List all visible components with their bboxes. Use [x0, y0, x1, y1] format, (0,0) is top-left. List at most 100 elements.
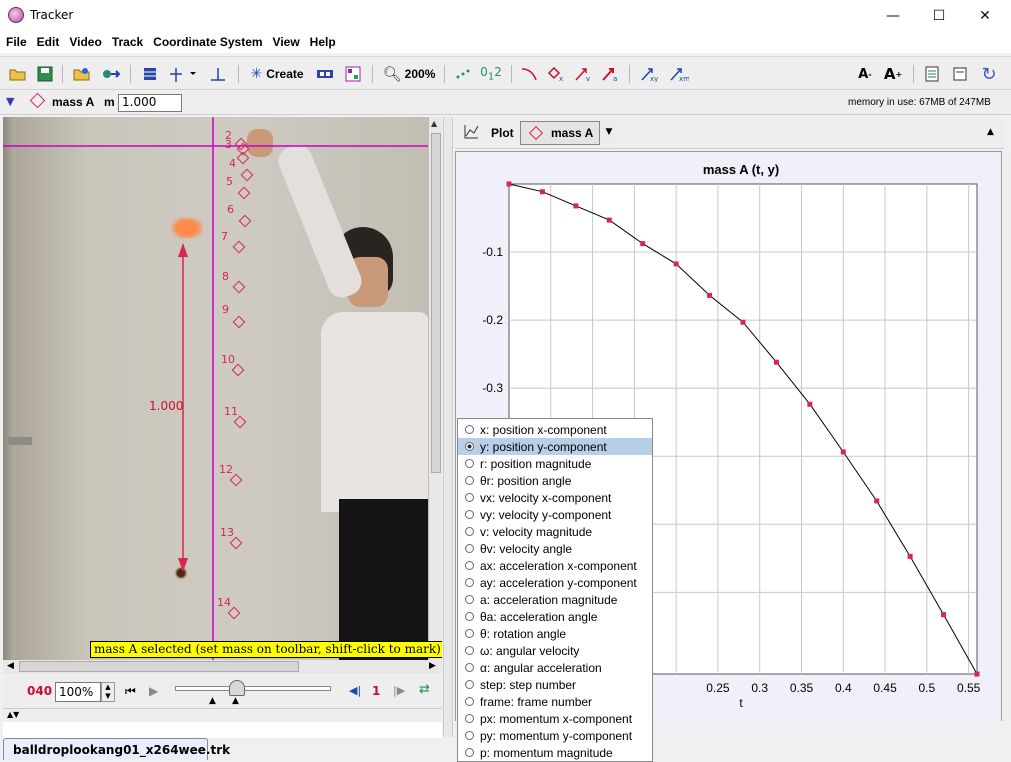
track-dropdown-arrow-icon[interactable]: ▼ — [6, 95, 14, 108]
maximize-button[interactable]: ☐ — [916, 0, 962, 31]
notes-icon[interactable] — [922, 63, 942, 85]
zoom-input[interactable]: 100% — [55, 682, 101, 702]
data-point — [941, 612, 947, 618]
video-horizontal-scrollbar[interactable]: ◀ ▶ — [3, 660, 442, 674]
dropdown-item[interactable]: α: angular acceleration — [458, 659, 652, 676]
plot-track-selector[interactable]: mass A ▼ — [520, 121, 618, 145]
file-tab[interactable]: balldroplookang01_x264wee.trk — [3, 738, 230, 760]
dropdown-item[interactable]: px: momentum x-component — [458, 710, 652, 727]
dropdown-item[interactable]: θv: velocity angle — [458, 540, 652, 557]
dropdown-item-label: step: step number — [480, 677, 577, 692]
frame-slider[interactable] — [175, 686, 331, 691]
mass-input[interactable]: 1.000 — [118, 94, 182, 112]
point-label: 3 — [225, 138, 232, 151]
radio-icon — [465, 493, 474, 502]
font-smaller-icon[interactable]: A- — [855, 63, 875, 85]
track-point-marker — [240, 168, 254, 182]
ruler-icon[interactable]: xy — [638, 63, 662, 85]
menu-view[interactable]: View — [273, 35, 300, 49]
dropdown-item[interactable]: ω: angular velocity — [458, 642, 652, 659]
step-back-icon[interactable]: ◀| — [349, 684, 361, 697]
dropdown-item[interactable]: a: acceleration magnitude — [458, 591, 652, 608]
dropdown-item[interactable]: θr: position angle — [458, 472, 652, 489]
dropdown-item[interactable]: ay: acceleration y-component — [458, 574, 652, 591]
plot-track-dropdown-icon[interactable]: ▼ — [599, 121, 618, 145]
position-icon[interactable]: x — [545, 63, 567, 85]
tape-measure-icon[interactable] — [207, 63, 229, 85]
dropdown-item-label: vx: velocity x-component — [480, 490, 612, 505]
dropdown-item[interactable]: y: position y-component — [458, 438, 652, 455]
calibration-label: 1.000 — [149, 399, 184, 413]
y-tick-label: -0.3 — [482, 381, 503, 395]
calibration-icon[interactable] — [314, 63, 336, 85]
end-marker-icon[interactable]: ▲ — [232, 696, 239, 706]
dropdown-item[interactable]: py: momentum y-component — [458, 727, 652, 744]
save-icon[interactable] — [35, 63, 55, 85]
track-name[interactable]: mass A — [52, 95, 94, 109]
player-bar: 040 100% ▲ ▼ ⏮ ▶ ▲ ▲ ◀| 1 |▶ ⇄ — [3, 676, 442, 708]
play-icon[interactable]: ▶ — [149, 684, 158, 698]
dropdown-item[interactable]: step: step number — [458, 676, 652, 693]
menu-video[interactable]: Video — [69, 35, 101, 49]
divider-bar[interactable]: ▲▼ — [3, 708, 442, 722]
dropdown-item[interactable]: r: position magnitude — [458, 455, 652, 472]
track-toolbar: ▼ mass A m 1.000 memory in use: 67MB of … — [0, 91, 1011, 115]
split-divider[interactable] — [443, 117, 453, 737]
rewind-icon[interactable]: ⏮ — [125, 684, 136, 699]
video-vertical-scrollbar[interactable]: ▲ ▼ — [428, 117, 442, 660]
menu-track[interactable]: Track — [112, 35, 143, 49]
chart-icon[interactable] — [342, 63, 364, 85]
export-icon[interactable] — [100, 63, 122, 85]
dropdown-item[interactable]: θa: acceleration angle — [458, 608, 652, 625]
font-larger-icon[interactable]: A + — [882, 63, 904, 85]
zoom-spinner[interactable]: ▲ ▼ — [101, 682, 115, 702]
dropdown-item[interactable]: θ: rotation angle — [458, 625, 652, 642]
minimize-button[interactable]: — — [870, 0, 916, 31]
calibration-arrow-top — [178, 243, 188, 257]
zoom-button[interactable]: 🔍︎ 200% — [380, 63, 438, 85]
refresh-icon[interactable]: ↻ — [978, 63, 1000, 85]
open-browser-icon[interactable] — [72, 63, 92, 85]
x-tick-label: 0.4 — [835, 681, 852, 695]
plot-collapse-icon[interactable]: ▲ — [987, 127, 994, 137]
menu-file[interactable]: File — [6, 35, 27, 49]
close-button[interactable]: ✕ — [962, 0, 1008, 31]
variable-dropdown[interactable]: x: position x-component y: position y-com… — [457, 418, 653, 762]
dropdown-item[interactable]: ax: acceleration x-component — [458, 557, 652, 574]
slider-thumb[interactable] — [229, 680, 245, 696]
dropdown-item-label: vy: velocity y-component — [480, 507, 612, 522]
dropdown-item[interactable]: p: momentum magnitude — [458, 744, 652, 761]
data-point — [673, 261, 679, 267]
menu-help[interactable]: Help — [310, 35, 336, 49]
clip-settings-icon[interactable] — [140, 63, 160, 85]
dropdown-item[interactable]: x: position x-component — [458, 421, 652, 438]
frame-number[interactable]: 040 — [27, 684, 52, 698]
dropdown-item[interactable]: vy: velocity y-component — [458, 506, 652, 523]
video-panel[interactable]: 1.000 234567891011121314 ▲ ▼ mass A sele… — [3, 117, 442, 660]
velocity-icon[interactable]: v — [572, 63, 594, 85]
dropdown-item[interactable]: frame: frame number — [458, 693, 652, 710]
dropdown-item-label: x: position x-component — [480, 422, 607, 437]
loop-icon[interactable]: ⇄ — [419, 682, 430, 697]
open-icon[interactable] — [8, 63, 28, 85]
mass-icon[interactable]: xm — [667, 63, 691, 85]
acceleration-icon[interactable]: a — [599, 63, 621, 85]
step-size[interactable]: 1 — [372, 684, 380, 698]
trails-icon[interactable] — [452, 63, 474, 85]
dropdown-item[interactable]: v: velocity magnitude — [458, 523, 652, 540]
path-icon[interactable] — [518, 63, 540, 85]
dropdown-item[interactable]: vx: velocity x-component — [458, 489, 652, 506]
axes-icon[interactable] — [167, 63, 199, 85]
dropdown-item-label: θa: acceleration angle — [480, 609, 598, 624]
menu-edit[interactable]: Edit — [37, 35, 60, 49]
create-button[interactable]: ✳ Create — [246, 63, 308, 85]
radio-icon — [465, 629, 474, 638]
labels-icon[interactable]: 012 — [479, 63, 503, 85]
step-forward-icon[interactable]: |▶ — [393, 684, 405, 697]
data-table-area — [3, 722, 442, 738]
page-icon[interactable] — [950, 63, 970, 85]
radio-icon — [465, 527, 474, 536]
menu-coordinate-system[interactable]: Coordinate System — [153, 35, 262, 49]
point-label: 5 — [226, 175, 233, 188]
start-marker-icon[interactable]: ▲ — [209, 696, 216, 706]
